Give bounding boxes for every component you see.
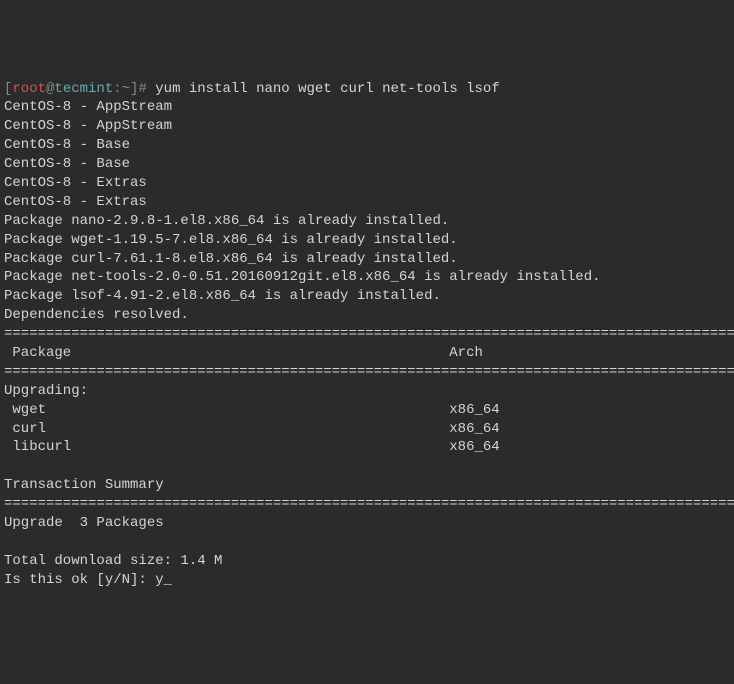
installed-line: Package lsof-4.91-2.el8.x86_64 is alread… bbox=[4, 288, 441, 304]
upgrade-arch: x86_64 bbox=[449, 439, 499, 455]
installed-line: Package wget-1.19.5-7.el8.x86_64 is alre… bbox=[4, 232, 458, 248]
upgrade-arch: x86_64 bbox=[449, 402, 499, 418]
prompt-path: ~ bbox=[122, 81, 130, 97]
terminal[interactable]: [root@tecmint:~]# yum install nano wget … bbox=[4, 80, 730, 590]
installed-line: Package net-tools-2.0-0.51.20160912git.e… bbox=[4, 269, 601, 285]
repo-line: CentOS-8 - Extras bbox=[4, 175, 147, 191]
repo-line: CentOS-8 - Base bbox=[4, 156, 130, 172]
installed-line: Package curl-7.61.1-8.el8.x86_64 is alre… bbox=[4, 251, 458, 267]
upgrade-name: wget bbox=[4, 402, 46, 418]
repo-line: CentOS-8 - AppStream bbox=[4, 118, 172, 134]
prompt-host: tecmint bbox=[54, 81, 113, 97]
installed-line: Package nano-2.9.8-1.el8.x86_64 is alrea… bbox=[4, 213, 449, 229]
deps-resolved: Dependencies resolved. bbox=[4, 307, 189, 323]
cursor: _ bbox=[164, 572, 172, 588]
upgrading-label: Upgrading: bbox=[4, 383, 88, 399]
prompt-line: [root@tecmint:~]# yum install nano wget … bbox=[4, 81, 500, 97]
repo-line: CentOS-8 - Extras bbox=[4, 194, 147, 210]
upgrade-arch: x86_64 bbox=[449, 421, 499, 437]
divider: ========================================… bbox=[4, 326, 734, 342]
repo-line: CentOS-8 - AppStream bbox=[4, 99, 172, 115]
divider: ========================================… bbox=[4, 496, 734, 512]
upgrade-name: curl bbox=[4, 421, 46, 437]
command-input[interactable]: yum install nano wget curl net-tools lso… bbox=[155, 81, 499, 97]
table-header-arch: Arch bbox=[449, 345, 483, 361]
table-header-package: Package bbox=[4, 345, 71, 361]
prompt-user: root bbox=[12, 81, 46, 97]
prompt-sep: : bbox=[113, 81, 121, 97]
download-size: Total download size: 1.4 M bbox=[4, 553, 222, 569]
confirm-prompt: Is this ok [y/N]: bbox=[4, 572, 155, 588]
upgrade-count: Upgrade 3 Packages bbox=[4, 515, 164, 531]
prompt-close-bracket: ]# bbox=[130, 81, 147, 97]
transaction-summary: Transaction Summary bbox=[4, 477, 164, 493]
confirm-input[interactable]: y bbox=[155, 572, 163, 588]
upgrade-name: libcurl bbox=[4, 439, 71, 455]
repo-line: CentOS-8 - Base bbox=[4, 137, 130, 153]
divider: ========================================… bbox=[4, 364, 734, 380]
